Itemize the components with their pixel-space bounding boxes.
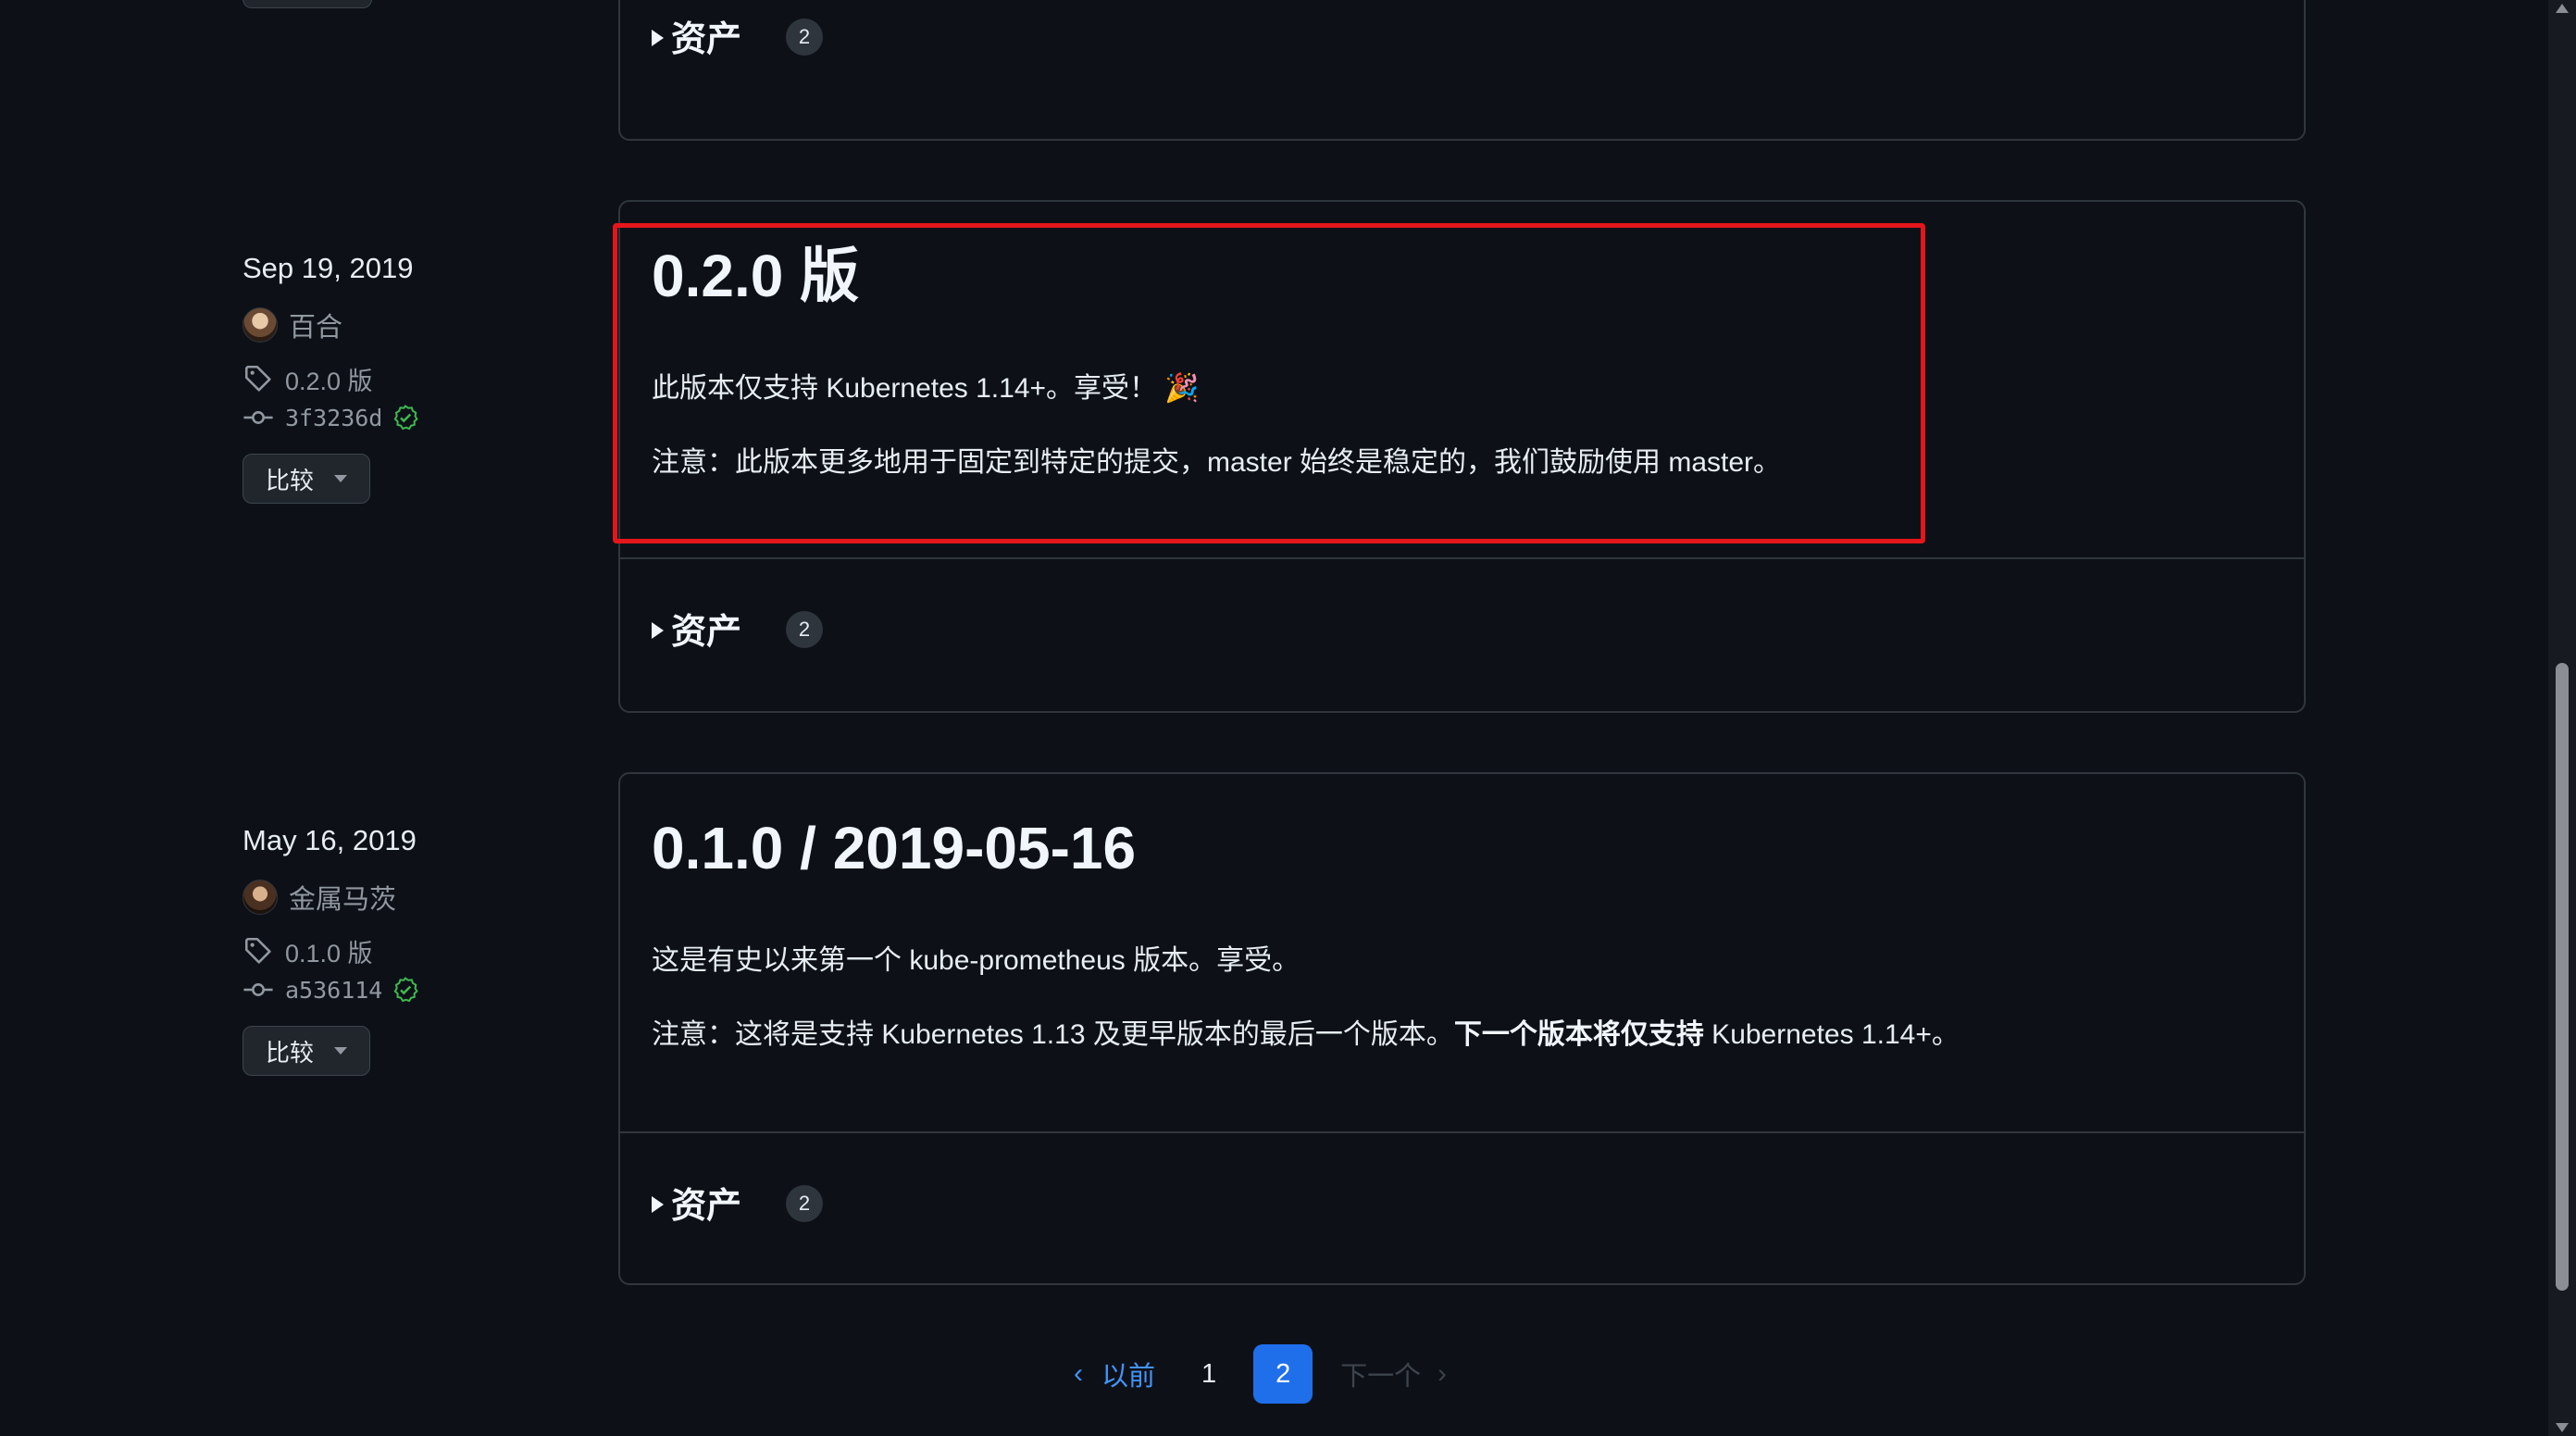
assets-toggle[interactable]: 资产 2 bbox=[620, 557, 2304, 709]
expand-triangle-icon bbox=[652, 1196, 664, 1213]
release-note-line: 这是有史以来第一个 kube-prometheus 版本。享受。 bbox=[652, 945, 1300, 976]
verified-check-icon[interactable] bbox=[392, 976, 419, 1004]
vertical-scrollbar[interactable] bbox=[2548, 0, 2576, 1436]
release-date: May 16, 2019 bbox=[243, 824, 417, 856]
release-title[interactable]: 0.1.0 / 2019-05-16 bbox=[652, 811, 2272, 885]
expand-triangle-icon bbox=[652, 622, 664, 639]
release-meta: Sep 19, 2019 百合 0.2.0 版 3f3236d 比较 bbox=[243, 250, 548, 504]
assets-count-badge: 2 bbox=[786, 611, 824, 648]
chevron-down-icon bbox=[334, 1047, 347, 1055]
release-author[interactable]: 金属马茨 bbox=[243, 878, 548, 917]
compare-button[interactable]: 比较 bbox=[243, 454, 370, 504]
chevron-left-icon: ‹ bbox=[1074, 1358, 1083, 1389]
scroll-down-arrow-icon[interactable] bbox=[2556, 1423, 2569, 1432]
next-label: 下一个 bbox=[1340, 1362, 1422, 1392]
author-name: 百合 bbox=[289, 313, 343, 343]
release-tag[interactable]: 0.1.0 版 bbox=[243, 933, 548, 968]
pagination: ‹ 以前 1 2 下一个 › bbox=[1074, 1344, 1447, 1404]
note-bold-text: 下一个版本将仅支持 bbox=[1453, 1019, 1704, 1050]
chevron-down-icon bbox=[334, 475, 347, 482]
release-commit[interactable]: a536114 bbox=[243, 972, 548, 1007]
commit-sha: a536114 bbox=[285, 976, 383, 1004]
release-body: 0.1.0 / 2019-05-16 这是有史以来第一个 kube-promet… bbox=[620, 774, 2304, 1131]
release-meta: May 16, 2019 金属马茨 0.1.0 版 a536114 比较 bbox=[243, 822, 548, 1076]
scroll-up-arrow-icon[interactable] bbox=[2556, 4, 2569, 13]
release-date: Sep 19, 2019 bbox=[243, 252, 414, 284]
releases-page: 资产 2 Sep 19, 2019 百合 0.2.0 版 3f3236d 比较 … bbox=[0, 0, 2576, 1436]
current-page[interactable]: 2 bbox=[1253, 1344, 1313, 1404]
release-tag[interactable]: 0.2.0 版 bbox=[243, 361, 548, 396]
tag-icon bbox=[244, 365, 271, 392]
tag-name: 0.2.0 版 bbox=[285, 367, 373, 395]
release-card: 0.1.0 / 2019-05-16 这是有史以来第一个 kube-promet… bbox=[618, 772, 2306, 1285]
scrollbar-thumb[interactable] bbox=[2556, 663, 2569, 1291]
compare-label: 比较 bbox=[265, 1038, 314, 1067]
release-card-partial: 资产 2 bbox=[618, 0, 2306, 141]
assets-label: 资产 bbox=[671, 19, 742, 59]
author-name: 金属马茨 bbox=[289, 885, 397, 915]
release-card: 0.2.0 版 此版本仅支持 Kubernetes 1.14+。享受！ 🎉 注意… bbox=[618, 200, 2306, 713]
expand-triangle-icon bbox=[652, 30, 664, 46]
assets-toggle[interactable]: 资产 2 bbox=[620, 1131, 2304, 1283]
previous-page-link[interactable]: ‹ 以前 bbox=[1074, 1355, 1155, 1393]
release-title[interactable]: 0.2.0 版 bbox=[652, 239, 2272, 313]
note-tail-text: Kubernetes 1.14+。 bbox=[1703, 1019, 1960, 1050]
assets-count-badge: 2 bbox=[786, 19, 824, 56]
note-text: 注意：这将是支持 Kubernetes 1.13 及更早版本的最后一个版本。 bbox=[652, 1019, 1454, 1050]
release-commit[interactable]: 3f3236d bbox=[243, 400, 548, 435]
release-author[interactable]: 百合 bbox=[243, 306, 548, 344]
previous-label: 以前 bbox=[1101, 1362, 1156, 1392]
assets-count-badge: 2 bbox=[786, 1185, 824, 1222]
compare-button-partial[interactable] bbox=[243, 0, 372, 8]
tag-name: 0.1.0 版 bbox=[285, 939, 373, 968]
release-body: 0.2.0 版 此版本仅支持 Kubernetes 1.14+。享受！ 🎉 注意… bbox=[620, 202, 2304, 557]
release-note-line: 此版本仅支持 Kubernetes 1.14+。享受！ 🎉 bbox=[652, 373, 1200, 404]
assets-toggle[interactable]: 资产 2 bbox=[620, 0, 2304, 128]
release-note-line: 注意：此版本更多地用于固定到特定的提交，master 始终是稳定的，我们鼓励使用… bbox=[652, 447, 1782, 478]
commit-icon bbox=[243, 411, 273, 424]
chevron-right-icon: › bbox=[1437, 1358, 1447, 1389]
compare-label: 比较 bbox=[265, 466, 314, 494]
release-note-line: 注意：这将是支持 Kubernetes 1.13 及更早版本的最后一个版本。下一… bbox=[652, 1017, 2272, 1054]
assets-label: 资产 bbox=[671, 612, 742, 652]
compare-button[interactable]: 比较 bbox=[243, 1026, 370, 1076]
assets-label: 资产 bbox=[671, 1186, 742, 1226]
commit-sha: 3f3236d bbox=[285, 404, 383, 431]
commit-icon bbox=[243, 983, 273, 996]
avatar bbox=[243, 307, 278, 343]
next-page-link: 下一个 › bbox=[1340, 1355, 1447, 1393]
avatar bbox=[243, 880, 278, 915]
page-link-1[interactable]: 1 bbox=[1201, 1359, 1216, 1390]
tag-icon bbox=[244, 937, 271, 964]
verified-check-icon[interactable] bbox=[392, 404, 419, 431]
